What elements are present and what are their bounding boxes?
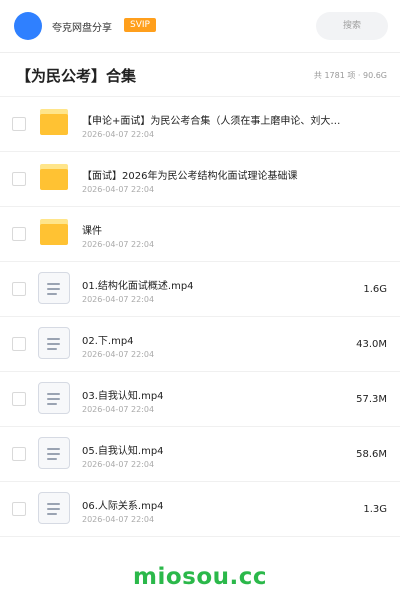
item-name: 05.自我认知.mp4 (82, 446, 164, 457)
item-size: 43.0M (356, 339, 387, 350)
page-title: 【为民公考】合集 (16, 67, 137, 85)
folder-icon (40, 164, 68, 190)
list-item[interactable]: 03.自我认知.mp4 2026-04-07 22:04 57.3M (0, 372, 400, 427)
list-item[interactable]: 01.结构化面试概述.mp4 2026-04-07 22:04 1.6G (0, 262, 400, 317)
item-name: 01.结构化面试概述.mp4 (82, 281, 194, 292)
item-date: 2026-04-07 22:04 (82, 295, 155, 304)
item-name: 【面试】2026年为民公考结构化面试理论基础课 (82, 171, 298, 182)
sharer-avatar[interactable] (14, 12, 42, 40)
item-name: 【申论+面试】为民公考合集（人须在事上磨申论、刘大… (82, 116, 341, 127)
item-date: 2026-04-07 22:04 (82, 130, 155, 139)
top-bar: 夸克网盘分享 SVIP (0, 0, 400, 53)
list-item[interactable]: 05.自我认知.mp4 2026-04-07 22:04 58.6M (0, 427, 400, 482)
select-checkbox[interactable] (12, 337, 26, 351)
folder-icon (40, 109, 68, 135)
list-item[interactable]: 课件 2026-04-07 22:04 (0, 207, 400, 262)
select-checkbox[interactable] (12, 227, 26, 241)
video-file-icon (38, 492, 70, 524)
select-checkbox[interactable] (12, 117, 26, 131)
item-size: 1.3G (363, 504, 387, 515)
list-item[interactable]: 【面试】2026年为民公考结构化面试理论基础课 2026-04-07 22:04 (0, 152, 400, 207)
video-file-icon (38, 272, 70, 304)
item-name: 06.人际关系.mp4 (82, 501, 164, 512)
item-size: 57.3M (356, 394, 387, 405)
select-checkbox[interactable] (12, 282, 26, 296)
sharer-name: 夸克网盘分享 (52, 23, 112, 34)
svip-badge: SVIP (124, 18, 156, 32)
item-size: 1.6G (363, 284, 387, 295)
item-date: 2026-04-07 22:04 (82, 240, 155, 249)
select-checkbox[interactable] (12, 172, 26, 186)
search-input[interactable] (316, 12, 388, 40)
select-checkbox[interactable] (12, 392, 26, 406)
video-file-icon (38, 382, 70, 414)
item-date: 2026-04-07 22:04 (82, 350, 155, 359)
list-item[interactable]: 02.下.mp4 2026-04-07 22:04 43.0M (0, 317, 400, 372)
list-item[interactable]: 【申论+面试】为民公考合集（人须在事上磨申论、刘大… 2026-04-07 22… (0, 96, 400, 152)
item-name: 02.下.mp4 (82, 336, 134, 347)
list-item[interactable]: 06.人际关系.mp4 2026-04-07 22:04 1.3G (0, 482, 400, 537)
item-date: 2026-04-07 22:04 (82, 515, 155, 524)
file-list: 【申论+面试】为民公考合集（人须在事上磨申论、刘大… 2026-04-07 22… (0, 96, 400, 537)
item-date: 2026-04-07 22:04 (82, 405, 155, 414)
watermark: miosou.cc (132, 564, 268, 590)
folder-summary: 共 1781 项 · 90.6G (313, 71, 387, 80)
select-checkbox[interactable] (12, 502, 26, 516)
item-size: 58.6M (356, 449, 387, 460)
folder-icon (40, 219, 68, 245)
item-date: 2026-04-07 22:04 (82, 460, 155, 469)
select-checkbox[interactable] (12, 447, 26, 461)
video-file-icon (38, 327, 70, 359)
item-name: 课件 (82, 226, 102, 237)
item-date: 2026-04-07 22:04 (82, 185, 155, 194)
video-file-icon (38, 437, 70, 469)
item-name: 03.自我认知.mp4 (82, 391, 164, 402)
